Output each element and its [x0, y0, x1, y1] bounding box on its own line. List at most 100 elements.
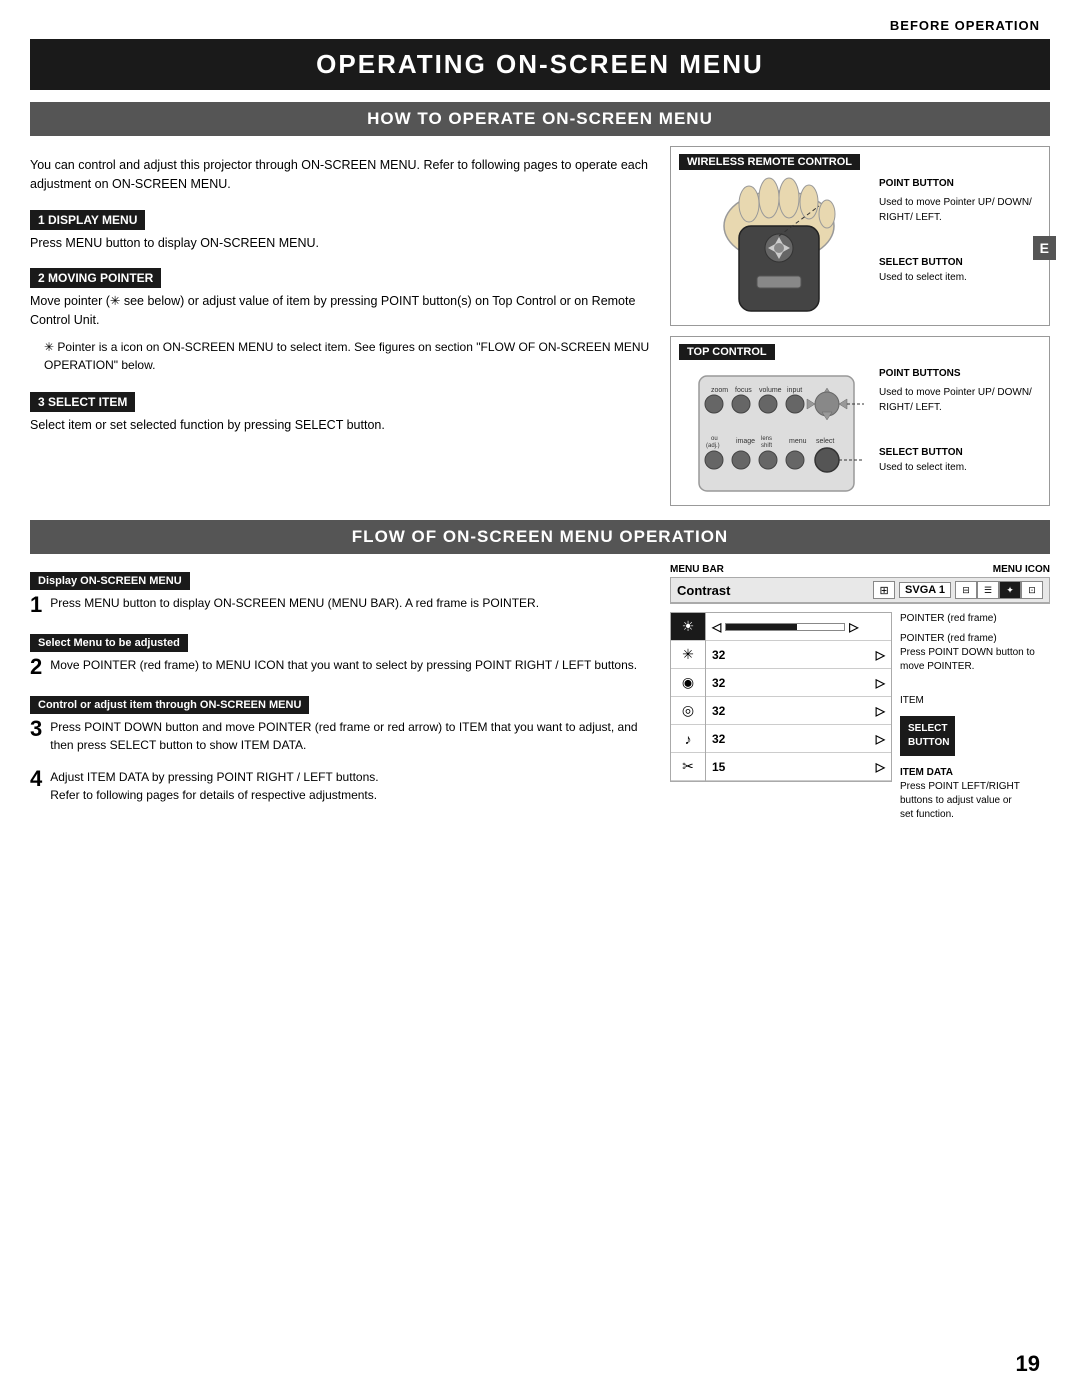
item-arrow-3: ▷	[876, 676, 885, 690]
top-control-annotations: POINT BUTTONS Used to move Pointer UP/ D…	[879, 366, 1041, 475]
section1-left-col: You can control and adjust this projecto…	[30, 146, 650, 506]
step4-text2: Refer to following pages for details of …	[50, 788, 377, 802]
progress-bar-1	[725, 623, 845, 631]
svg-text:image: image	[736, 438, 755, 445]
pointer-frame-label: POINTER (red frame)	[900, 612, 1050, 626]
item-row-4: ◎	[671, 697, 705, 725]
wireless-remote-box: WIRELESS REMOTE CONTROL	[670, 146, 1050, 326]
step2-text: Move POINTER (red frame) to MENU ICON th…	[50, 656, 637, 674]
step3-row: 3 Press POINT DOWN button and move POINT…	[30, 718, 650, 760]
items-icons: ☀ ✳ ◉ ◎ ♪ ✂	[670, 612, 706, 782]
note-text: ✳ Pointer is a icon on ON-SCREEN MENU to…	[44, 338, 650, 374]
item-row-5: ♪	[671, 725, 705, 753]
e-badge: E	[1033, 236, 1056, 260]
menu-icon-active: ✦	[999, 581, 1021, 599]
val-6: 15	[712, 760, 725, 774]
item-row-6: ✂	[671, 753, 705, 781]
point-buttons-desc: Used to move Pointer UP/ DOWN/ RIGHT/ LE…	[879, 385, 1041, 415]
step2-row: 2 Move POINTER (red frame) to MENU ICON …	[30, 656, 650, 680]
select-menu-label: Select Menu to be adjusted	[30, 634, 188, 652]
item-label: ITEM	[900, 694, 1050, 708]
svg-text:select: select	[816, 438, 834, 445]
flow-left-col: Display ON-SCREEN MENU 1 Press MENU butt…	[30, 564, 650, 828]
select-item-label: 3 SELECT ITEM	[30, 392, 135, 412]
select-button-desc-top: Used to select item.	[879, 460, 1041, 475]
point-button-desc: Used to move Pointer UP/ DOWN/ RIGHT/ LE…	[879, 195, 1041, 225]
main-title: OPERATING ON-SCREEN MENU	[30, 39, 1050, 90]
top-control-image-area: zoom focus volume input	[679, 366, 1041, 499]
menu-display: Contrast ⊞ SVGA 1 ⊟ ☰ ✦ ⊡	[670, 577, 1050, 604]
data-row-1: ◁ ▷	[706, 613, 891, 641]
intro-text: You can control and adjust this projecto…	[30, 156, 650, 194]
item-arrow-5: ▷	[876, 732, 885, 746]
data-row-4: 32 ▷	[706, 697, 891, 725]
menu-icon-1: ⊟	[955, 581, 977, 599]
svg-text:lens: lens	[761, 436, 772, 442]
select-item-text: Select item or set selected function by …	[30, 416, 650, 435]
step4-text: Adjust ITEM DATA by pressing POINT RIGHT…	[50, 768, 378, 804]
page-number: 19	[1016, 1351, 1040, 1377]
step3-number: 3	[30, 716, 42, 760]
right-annotations: POINTER (red frame) POINTER (red frame) …	[900, 612, 1050, 822]
point-buttons-label: POINT BUTTONS	[879, 366, 1041, 381]
svg-text:volume: volume	[759, 387, 782, 394]
item-row-2: ✳	[671, 641, 705, 669]
display-menu-label: 1 DISPLAY MENU	[30, 210, 145, 230]
data-row-6: 15 ▷	[706, 753, 891, 781]
pointer-label: POINTER	[900, 613, 944, 624]
menu-bar-label: MENU BAR	[670, 564, 724, 575]
data-row-2: 32 ▷	[706, 641, 891, 669]
remote-annotations: POINT BUTTON Used to move Pointer UP/ DO…	[879, 176, 1041, 285]
display-onscreen-label: Display ON-SCREEN MENU	[30, 572, 190, 590]
step4-number: 4	[30, 766, 42, 810]
select-button-label-remote: SELECT BUTTON	[879, 255, 1041, 270]
svg-text:zoom: zoom	[711, 387, 728, 394]
point-button-label: POINT BUTTON	[879, 176, 1041, 191]
step2-number: 2	[30, 654, 42, 680]
control-adjust-label: Control or adjust item through ON-SCREEN…	[30, 696, 309, 714]
display-menu-text: Press MENU button to display ON-SCREEN M…	[30, 234, 650, 253]
item-row-active: ☀	[671, 613, 705, 641]
items-data: ◁ ▷ 32 ▷ 32 ▷ 32 ▷	[706, 612, 892, 782]
top-control-drawing: zoom focus volume input	[679, 366, 879, 499]
select-button-label-top: SELECT BUTTON	[879, 445, 1041, 460]
remote-image-area: POINT BUTTON Used to move Pointer UP/ DO…	[679, 176, 1041, 319]
step1-row: 1 Press MENU button to display ON-SCREEN…	[30, 594, 650, 618]
moving-pointer-text: Move pointer (✳ see below) or adjust val…	[30, 292, 650, 330]
step4-row: 4 Adjust ITEM DATA by pressing POINT RIG…	[30, 768, 650, 810]
menu-icon-label: MENU ICON	[993, 564, 1050, 575]
before-operation-label: BEFORE OPERATION	[890, 18, 1040, 33]
data-row-5: 32 ▷	[706, 725, 891, 753]
top-control-title: TOP CONTROL	[679, 344, 775, 360]
svg-text:input: input	[787, 387, 802, 394]
item-arrow-left-1: ◁	[712, 620, 721, 634]
remote-control-drawing	[679, 176, 879, 319]
step3-text: Press POINT DOWN button and move POINTER…	[50, 718, 650, 754]
val-4: 32	[712, 704, 725, 718]
pointer-desc: POINTER (red frame) Press POINT DOWN but…	[900, 632, 1050, 674]
item-arrow-4: ▷	[876, 704, 885, 718]
select-button-box: SELECT BUTTON	[900, 716, 955, 756]
moving-pointer-label: 2 MOVING POINTER	[30, 268, 161, 288]
wireless-remote-title: WIRELESS REMOTE CONTROL	[679, 154, 860, 170]
menu-bar-row: Contrast ⊞ SVGA 1 ⊟ ☰ ✦ ⊡	[671, 578, 1049, 603]
menu-icon-3: ⊡	[1021, 581, 1043, 599]
svg-text:ou: ou	[711, 436, 718, 442]
flow-content: Display ON-SCREEN MENU 1 Press MENU butt…	[0, 564, 1080, 828]
item-row-3: ◉	[671, 669, 705, 697]
section1-header: HOW TO OPERATE ON-SCREEN MENU	[30, 102, 1050, 136]
bar-fill-1	[726, 624, 797, 630]
item-data-label: ITEM DATA	[900, 767, 953, 778]
data-row-3: 32 ▷	[706, 669, 891, 697]
top-control-box: TOP CONTROL zoom focus volume input	[670, 336, 1050, 506]
select-button-desc-remote: Used to select item.	[879, 270, 1041, 285]
step4-text1: Adjust ITEM DATA by pressing POINT RIGHT…	[50, 770, 378, 784]
select-button-line2: BUTTON	[908, 736, 947, 750]
step1-text: Press MENU button to display ON-SCREEN M…	[50, 594, 539, 612]
menu-icon-2: ☰	[977, 581, 999, 599]
flow-section-header: FLOW OF ON-SCREEN MENU OPERATION	[30, 520, 1050, 554]
val-3: 32	[712, 676, 725, 690]
svg-text:menu: menu	[789, 438, 807, 445]
item-arrow-2: ▷	[876, 648, 885, 662]
item-data-annotation: ITEM DATA Press POINT LEFT/RIGHT buttons…	[900, 766, 1050, 822]
